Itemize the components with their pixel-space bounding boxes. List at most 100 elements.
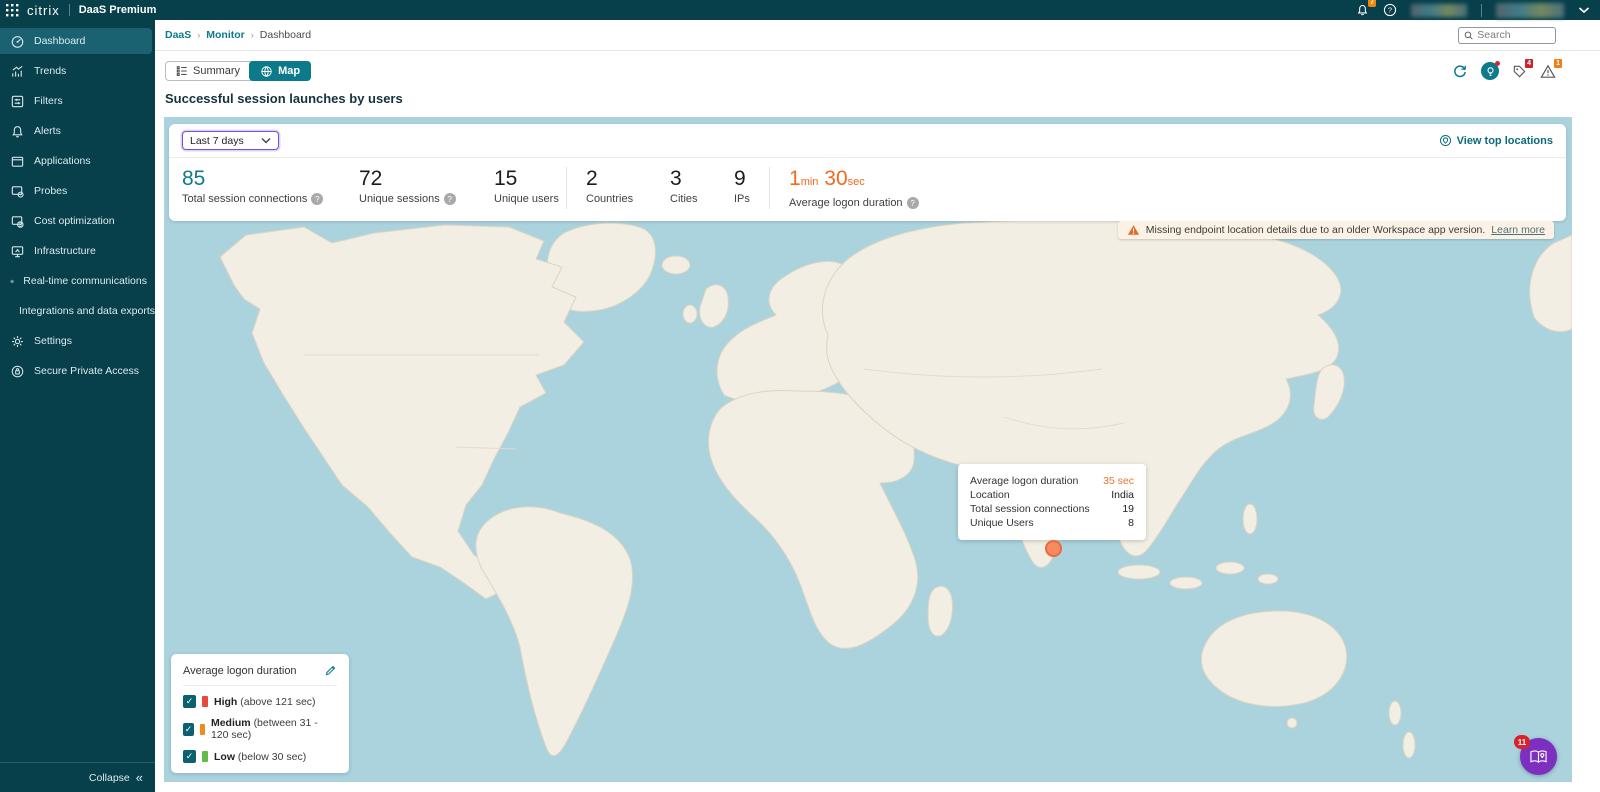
bell-badge: 7 — [1368, 0, 1376, 7]
stat-label: Unique sessions — [359, 193, 440, 205]
sidebar-item-settings[interactable]: Settings — [0, 328, 155, 354]
sidebar-item-label: Applications — [34, 155, 91, 167]
stat-value: 1min 30sec — [789, 167, 919, 194]
tags-icon[interactable]: 4 — [1512, 64, 1527, 79]
map-marker-india[interactable] — [1045, 540, 1062, 557]
sidebar-item-cost-optimization[interactable]: $ Cost optimization — [0, 208, 155, 234]
legend-swatch-low — [202, 751, 208, 762]
trends-icon — [10, 64, 25, 79]
warning-text: Missing endpoint location details due to… — [1146, 224, 1486, 236]
stat-value: 3 — [670, 167, 734, 190]
globe-icon — [260, 65, 273, 78]
collapse-label: Collapse — [89, 772, 130, 784]
chat-badge: 11 — [1514, 735, 1530, 749]
stat-ips: 9 IPs — [734, 167, 769, 205]
notifications-bell[interactable]: 7 — [1356, 3, 1369, 17]
realtime-communications-icon — [10, 274, 14, 289]
tooltip-row: Total session connections 19 — [970, 502, 1134, 516]
svg-text:$: $ — [19, 222, 22, 228]
stat-unique-sessions: 72 Unique sessions? — [359, 167, 494, 205]
alerts-badge: 1 — [1554, 59, 1562, 68]
sidebar-item-applications[interactable]: Applications — [0, 148, 155, 174]
search-icon — [1464, 30, 1473, 41]
sidebar-item-filters[interactable]: Filters — [0, 88, 155, 114]
world-map[interactable]: Last 7 days View top locations 85 Total … — [164, 117, 1572, 782]
sidebar-item-infrastructure[interactable]: Infrastructure — [0, 238, 155, 264]
sidebar-item-dashboard[interactable]: Dashboard — [0, 28, 152, 54]
applications-icon — [10, 154, 25, 169]
topbar-divider — [69, 4, 70, 16]
stats-divider — [566, 167, 567, 209]
search-box[interactable] — [1458, 27, 1556, 44]
tab-map-active[interactable]: Map — [249, 61, 311, 81]
legend-item-high: ✓ High (above 121 sec) — [183, 695, 337, 708]
tooltip-row: Unique Users 8 — [970, 516, 1134, 530]
account-chevron-down-icon[interactable] — [1578, 6, 1590, 14]
sidebar-item-integrations[interactable]: Integrations and data exports — [0, 298, 155, 324]
map-tooltip: Average logon duration 35 sec Location I… — [958, 464, 1146, 540]
sidebar-item-label: Alerts — [34, 125, 61, 137]
edit-pencil-icon[interactable] — [324, 664, 337, 677]
assistant-icon[interactable] — [1481, 62, 1499, 80]
app-grid-icon[interactable] — [6, 4, 19, 17]
help-icon[interactable]: ? — [1383, 3, 1397, 17]
top-bar: citrix DaaS Premium 7 ? — [0, 0, 1600, 20]
alerts-warning-icon[interactable]: 1 — [1540, 64, 1556, 79]
tab-summary-label: Summary — [193, 65, 240, 77]
sidebar-item-trends[interactable]: Trends — [0, 58, 155, 84]
stat-label: Total session connections — [182, 193, 307, 205]
stats-divider — [769, 167, 770, 209]
sidebar-item-label: Settings — [34, 335, 72, 347]
sidebar-item-label: Trends — [34, 65, 66, 77]
sidebar-item-probes[interactable]: Probes — [0, 178, 155, 204]
org-name-redacted — [1411, 4, 1467, 17]
header-icons: 4 1 — [1452, 62, 1556, 80]
stat-cities: 3 Cities — [670, 167, 734, 205]
stat-value: 72 — [359, 167, 494, 190]
infrastructure-icon — [10, 244, 25, 259]
sidebar-item-secure-private-access[interactable]: Secure Private Access — [0, 358, 155, 384]
help-icon[interactable]: ? — [311, 193, 323, 205]
learn-more-link[interactable]: Learn more — [1491, 224, 1545, 236]
sidebar-item-label: Cost optimization — [34, 215, 115, 227]
list-icon — [176, 65, 188, 77]
legend-checkbox-high[interactable]: ✓ — [183, 695, 196, 708]
legend-checkbox-low[interactable]: ✓ — [183, 750, 196, 763]
sidebar-collapse-button[interactable]: Collapse « — [0, 762, 155, 792]
refresh-icon[interactable] — [1452, 63, 1468, 79]
stat-label: Average logon duration — [789, 197, 903, 209]
tooltip-label: Total session connections — [970, 502, 1090, 516]
stat-unique-users: 15 Unique users — [494, 167, 566, 205]
stat-value: 85 — [182, 167, 359, 190]
map-legend: Average logon duration ✓ High (above 121… — [171, 654, 349, 773]
help-chat-bubble[interactable]: 11 — [1520, 738, 1557, 775]
breadcrumb-monitor[interactable]: Monitor — [206, 29, 245, 41]
view-top-locations-link[interactable]: View top locations — [1439, 134, 1553, 147]
view-toggle: Summary Map — [165, 61, 311, 81]
sidebar-item-alerts[interactable]: Alerts — [0, 118, 155, 144]
tab-summary[interactable]: Summary — [166, 62, 250, 80]
stat-label: Countries — [586, 193, 633, 205]
sidebar-item-label: Probes — [34, 185, 67, 197]
breadcrumb-bar: DaaS › Monitor › Dashboard — [155, 20, 1600, 51]
tags-badge: 4 — [1525, 59, 1533, 68]
breadcrumb-separator: › — [197, 30, 200, 40]
sidebar-item-label: Filters — [34, 95, 63, 107]
svg-text:?: ? — [1388, 6, 1392, 15]
stat-label: Unique users — [494, 193, 559, 205]
help-icon[interactable]: ? — [444, 193, 456, 205]
stat-value: 2 — [586, 167, 670, 190]
search-input[interactable] — [1477, 29, 1550, 41]
legend-checkbox-medium[interactable]: ✓ — [183, 723, 194, 736]
time-range-dropdown[interactable]: Last 7 days — [182, 131, 279, 150]
page-title: Successful session launches by users — [165, 91, 1600, 106]
tooltip-label: Location — [970, 488, 1010, 502]
secure-private-access-icon — [10, 364, 25, 379]
sidebar-item-label: Integrations and data exports — [19, 305, 155, 317]
stats-row: 85 Total session connections? 72 Unique … — [169, 158, 1566, 221]
breadcrumb-daas[interactable]: DaaS — [165, 29, 191, 41]
help-icon[interactable]: ? — [907, 197, 919, 209]
sidebar-item-realtime-communications[interactable]: Real-time communications — [0, 268, 155, 294]
view-top-locations-label: View top locations — [1457, 135, 1553, 147]
stat-label: IPs — [734, 193, 750, 205]
